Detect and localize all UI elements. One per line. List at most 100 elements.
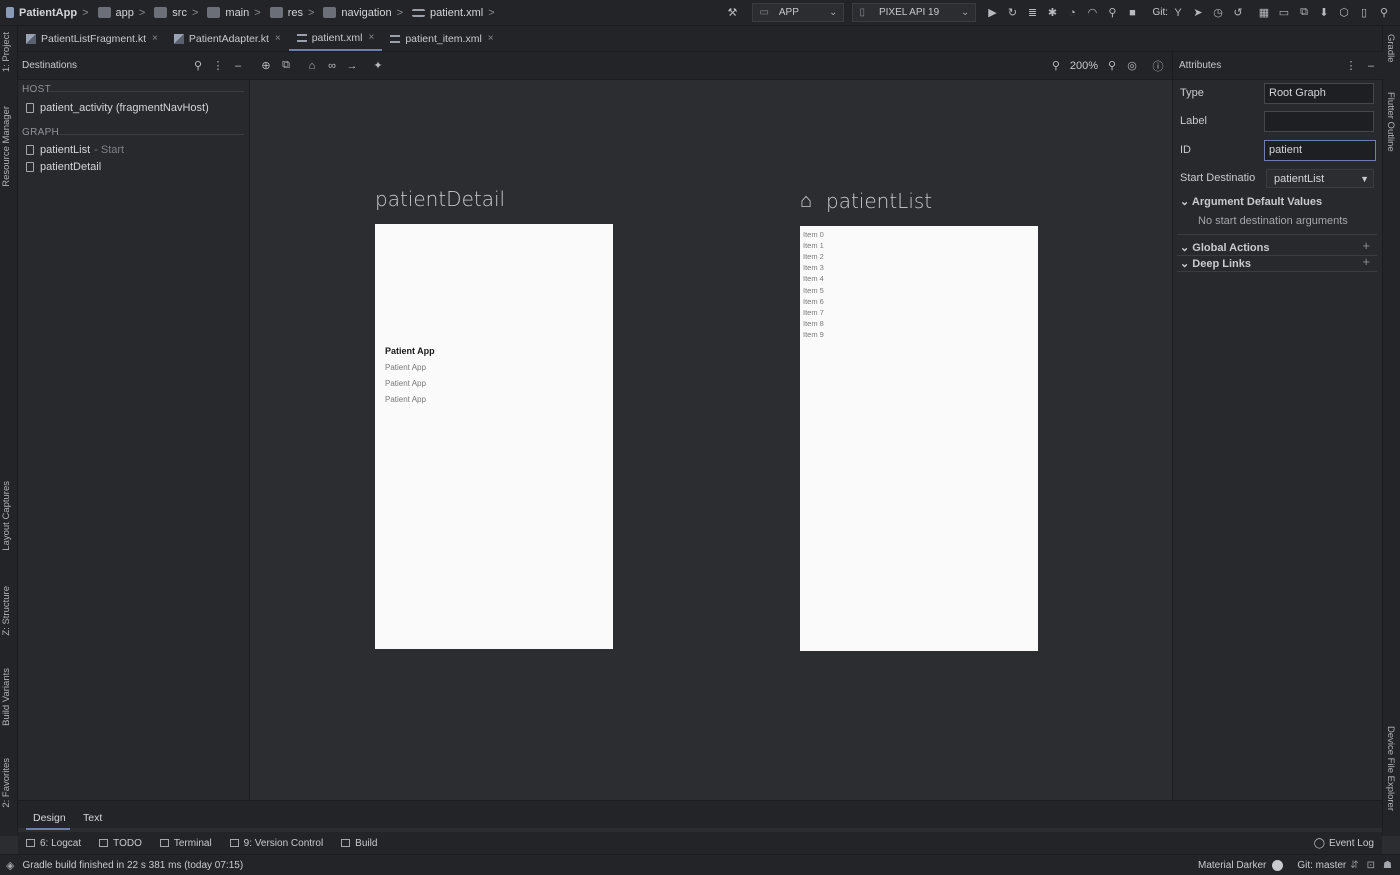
close-icon[interactable]: × [488, 33, 494, 44]
patient-detail-title[interactable]: patientDetail [375, 187, 505, 211]
home-icon[interactable]: ⌂ [304, 58, 320, 74]
zoom-to-fit-icon[interactable]: ◎ [1124, 58, 1140, 74]
resource-manager-tool-button[interactable]: Resource Manager [1, 106, 12, 187]
layout-captures-tool-button[interactable]: Layout Captures [1, 481, 12, 551]
search-icon[interactable]: ⚲ [190, 58, 206, 74]
device-file-explorer-tool-button[interactable]: Device File Explorer [1385, 726, 1396, 811]
new-destination-icon[interactable]: ⊕ [258, 58, 274, 74]
patient-list-frame[interactable]: Item 0 Item 1 Item 2 Item 3 Item 4 Item 5 Item… [800, 226, 1038, 651]
status-message: Gradle build finished in 22 s 381 ms (to… [22, 859, 244, 871]
deep-links-header: Deep Links [1192, 258, 1251, 270]
build-variants-tool-button[interactable]: Build Variants [1, 668, 12, 726]
deep-link-icon[interactable]: ∞ [324, 58, 340, 74]
layers-icon[interactable]: ◈ [6, 859, 14, 872]
event-log-button[interactable]: ◯ Event Log [1314, 838, 1374, 849]
terminal-icon[interactable]: ▭ [1276, 5, 1292, 21]
patient-detail-frame[interactable]: Patient App Patient App Patient App Pati… [375, 224, 613, 649]
git-branch[interactable]: Git: master [1297, 860, 1346, 871]
breadcrumb-item[interactable]: app > [97, 7, 151, 19]
graph-item-patient-list[interactable]: patientList - Start [26, 144, 124, 156]
gradle-tool-button[interactable]: Gradle [1385, 34, 1396, 63]
minimize-icon[interactable]: – [1363, 58, 1379, 74]
type-field[interactable]: Root Graph [1264, 83, 1374, 104]
flutter-outline-tool-button[interactable]: Flutter Outline [1385, 92, 1396, 152]
theme-label[interactable]: Material Darker [1198, 860, 1266, 871]
tool-window-button[interactable]: TODO [99, 838, 142, 849]
editor-tab[interactable]: PatientListFragment.kt × [18, 26, 166, 51]
attach-debugger-icon[interactable]: ⚲ [1104, 5, 1120, 21]
breadcrumb-item[interactable]: src > [154, 7, 203, 19]
breadcrumb-item[interactable]: PatientApp > [6, 7, 94, 19]
git-rollback-icon[interactable]: ↺ [1230, 5, 1246, 21]
patient-list-title[interactable]: patientList [826, 189, 932, 213]
breadcrumb-item[interactable]: patient.xml > [412, 7, 500, 19]
favorites-tool-button[interactable]: 2: Favorites [1, 758, 12, 808]
label-label: Label [1180, 115, 1207, 127]
info-icon[interactable]: ⓘ [1150, 58, 1166, 74]
project-tool-button[interactable]: 1: Project [1, 32, 12, 72]
coverage-icon[interactable]: ◔ [1064, 5, 1080, 21]
git-push-icon[interactable]: ➤ [1190, 5, 1206, 21]
chevron-down-icon: ⌄ [961, 7, 970, 18]
attributes-header: Attributes ⋮ – [1173, 52, 1383, 80]
action-arrow-icon[interactable]: → [344, 58, 360, 74]
zoom-in-icon[interactable]: ⚲ [1104, 58, 1120, 74]
logcat-icon[interactable]: ≣ [1024, 5, 1040, 21]
structure-tool-button[interactable]: Z: Structure [1, 586, 12, 636]
left-tool-strip: 1: Project Resource Manager Layout Captu… [0, 26, 18, 836]
tool-window-button[interactable]: Build [341, 838, 377, 849]
add-global-action-icon[interactable]: + [1362, 238, 1370, 253]
sdk-manager-icon[interactable]: ⬇ [1316, 5, 1332, 21]
status-bar: ◈ Gradle build finished in 22 s 381 ms (… [0, 854, 1400, 875]
tool-window-button[interactable]: 6: Logcat [26, 838, 81, 849]
editor-tab[interactable]: patient_item.xml × [382, 26, 501, 51]
editor-tab[interactable]: patient.xml × [288, 26, 383, 51]
close-icon[interactable]: × [369, 32, 375, 43]
breadcrumb-item[interactable]: navigation > [323, 7, 408, 19]
tool-window-button[interactable]: 9: Version Control [229, 838, 323, 849]
plugin-icon[interactable]: ⬡ [1336, 5, 1352, 21]
git-update-icon[interactable]: Y [1170, 5, 1186, 21]
kotlin-file-icon [173, 33, 184, 44]
run-config-select[interactable]: ▭ APP ⌄ [752, 3, 845, 22]
nested-graph-icon[interactable]: ⧉ [278, 58, 294, 74]
close-icon[interactable]: × [275, 33, 281, 44]
breadcrumb-item[interactable]: res > [269, 7, 320, 19]
more-options-icon[interactable]: ⋮ [1343, 58, 1359, 74]
run-icon[interactable]: ▶ [984, 5, 1000, 21]
text-tab[interactable]: Text [83, 812, 102, 824]
chevron-down-icon: ⌄ [1180, 196, 1190, 208]
android-icon: ▭ [759, 7, 769, 18]
profiler-icon[interactable]: ◠ [1084, 5, 1100, 21]
stop-icon[interactable]: ■ [1124, 5, 1140, 21]
host-item[interactable]: patient_activity (fragmentNavHost) [26, 102, 209, 114]
device-select[interactable]: ▯ PIXEL API 19 ⌄ [852, 3, 977, 22]
id-field[interactable]: patient [1264, 140, 1376, 161]
argument-defaults-section[interactable]: ⌄ Argument Default Values [1180, 195, 1322, 208]
minimize-icon[interactable]: – [230, 58, 246, 74]
deep-links-section[interactable]: ⌄ Deep Links [1180, 257, 1251, 270]
design-tab[interactable]: Design [33, 812, 66, 824]
avd-manager-icon[interactable]: ⧉ [1296, 5, 1312, 21]
project-structure-icon[interactable]: ▦ [1256, 5, 1272, 21]
editor-tab[interactable]: PatientAdapter.kt × [166, 26, 289, 51]
graph-item-patient-detail[interactable]: patientDetail [26, 161, 101, 173]
lock-icon[interactable]: ⊡ [1367, 860, 1375, 871]
label-field[interactable] [1264, 111, 1374, 132]
git-history-icon[interactable]: ◷ [1210, 5, 1226, 21]
breadcrumb-item[interactable]: main > [207, 7, 265, 19]
notifications-icon[interactable]: ☗ [1383, 860, 1392, 871]
more-options-icon[interactable]: ⋮ [210, 58, 226, 74]
hammer-icon[interactable]: ⚒ [724, 5, 740, 21]
device-manager-icon[interactable]: ▯ [1356, 5, 1372, 21]
close-icon[interactable]: × [152, 33, 158, 44]
apply-changes-icon[interactable]: ↻ [1004, 5, 1020, 21]
auto-arrange-icon[interactable]: ✦ [370, 58, 386, 74]
start-destination-select[interactable]: patientList ▼ [1266, 169, 1374, 188]
tool-window-button[interactable]: Terminal [159, 838, 212, 849]
zoom-out-icon[interactable]: ⚲ [1048, 58, 1064, 74]
debug-icon[interactable]: ✱ [1044, 5, 1060, 21]
global-actions-section[interactable]: ⌄ Global Actions [1180, 241, 1270, 254]
add-deep-link-icon[interactable]: + [1362, 254, 1370, 269]
search-everywhere-icon[interactable]: ⚲ [1376, 5, 1392, 21]
